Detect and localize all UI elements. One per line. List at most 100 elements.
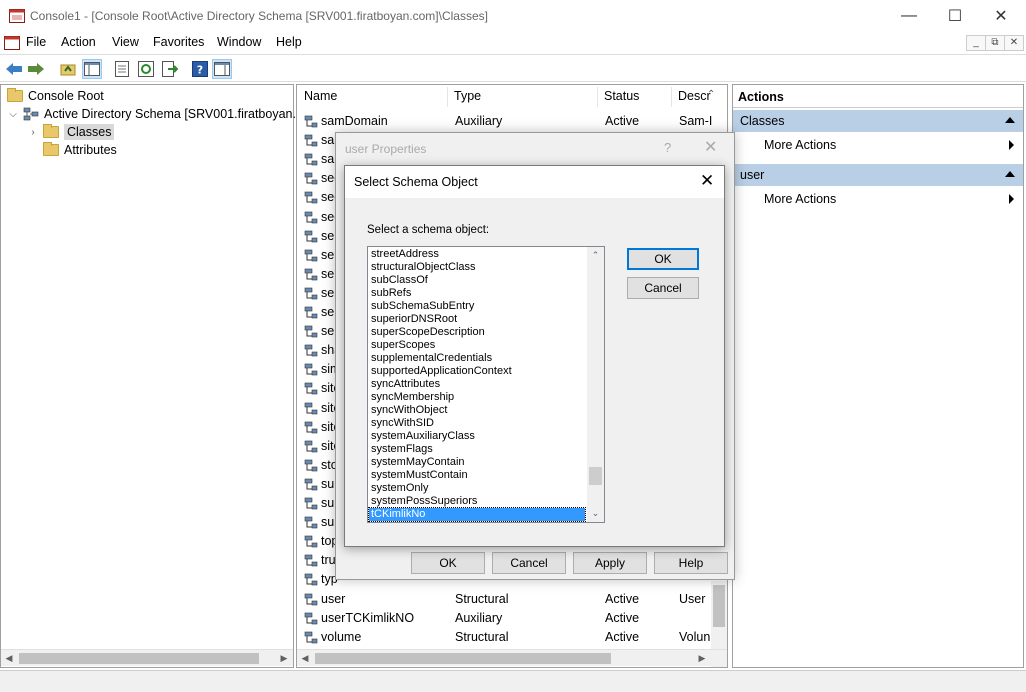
list-item[interactable]: syncMembership	[369, 391, 585, 404]
help-icon[interactable]: ?	[190, 59, 210, 79]
cell-type: Auxiliary	[455, 114, 503, 128]
table-row[interactable]: user Structural Active User	[301, 590, 711, 609]
column-divider[interactable]	[447, 87, 448, 107]
list-item[interactable]: subRefs	[369, 287, 585, 300]
schema-class-icon	[304, 287, 318, 300]
mdi-close-button[interactable]: ✕	[1004, 35, 1024, 51]
properties-icon[interactable]	[112, 59, 132, 79]
refresh-icon[interactable]	[136, 59, 156, 79]
collapse-icon[interactable]: ⌵	[7, 109, 19, 120]
list-item[interactable]: streetAddress	[369, 248, 585, 261]
ok-button[interactable]: OK	[411, 552, 485, 574]
dialog-close-button[interactable]: ✕	[700, 171, 714, 191]
tree-item-classes[interactable]: › Classes	[27, 123, 115, 141]
actions-section-classes[interactable]: Classes	[733, 110, 1023, 132]
collapse-icon[interactable]	[1005, 171, 1015, 177]
scroll-down-icon[interactable]: ⌄	[587, 505, 604, 522]
list-item[interactable]: syncAttributes	[369, 378, 585, 391]
dialog-close-button[interactable]: ✕	[704, 137, 717, 157]
list-item[interactable]: structuralObjectClass	[369, 261, 585, 274]
menu-help[interactable]: Help	[276, 35, 302, 49]
mdi-minimize-button[interactable]: _	[966, 35, 986, 51]
section-title: user	[740, 168, 765, 182]
export-list-icon[interactable]	[160, 59, 180, 79]
help-button[interactable]: Help	[654, 552, 728, 574]
table-row[interactable]: volume Structural Active Volun	[301, 628, 711, 647]
status-bar	[0, 670, 1026, 692]
cancel-button[interactable]: Cancel	[492, 552, 566, 574]
dialog-title: user Properties	[345, 142, 427, 156]
scroll-right-icon[interactable]: ▶	[277, 651, 291, 666]
menu-view[interactable]: View	[112, 35, 139, 49]
mdi-restore-button[interactable]: ⧉	[985, 35, 1005, 51]
list-item[interactable]: supplementalCredentials	[369, 352, 585, 365]
action-more-actions[interactable]: More Actions	[733, 188, 1023, 210]
list-item[interactable]: syncWithSID	[369, 417, 585, 430]
schema-class-icon	[304, 516, 318, 529]
scrollbar-thumb[interactable]	[713, 585, 725, 627]
minimize-button[interactable]: —	[886, 0, 932, 32]
table-row[interactable]: samDomain Auxiliary Active Sam-I	[301, 112, 712, 131]
schema-class-icon	[304, 230, 318, 242]
console-icon[interactable]	[4, 36, 20, 50]
tree-item-attributes[interactable]: Attributes	[43, 141, 117, 159]
list-horizontal-scrollbar[interactable]: ◀ ▶	[297, 649, 727, 666]
expand-icon[interactable]: ›	[27, 127, 39, 138]
schema-object-listbox[interactable]: streetAddress structuralObjectClass subCla…	[367, 246, 605, 523]
dialog-help-button[interactable]: ?	[664, 140, 671, 155]
maximize-button[interactable]: ☐	[932, 0, 978, 32]
column-header-description[interactable]: Descr	[678, 89, 711, 103]
cancel-button[interactable]: Cancel	[627, 277, 699, 299]
column-divider[interactable]	[597, 87, 598, 107]
list-item[interactable]: superiorDNSRoot	[369, 313, 585, 326]
menu-action[interactable]: Action	[61, 35, 96, 49]
schema-object-label: Select a schema object:	[367, 224, 490, 236]
list-item[interactable]: subClassOf	[369, 274, 585, 287]
svg-text:?: ?	[197, 64, 203, 77]
scrollbar-thumb[interactable]	[589, 467, 602, 486]
scrollbar-thumb[interactable]	[315, 653, 611, 664]
list-item[interactable]: systemPossSuperiors	[369, 495, 585, 508]
list-item[interactable]: systemOnly	[369, 482, 585, 495]
scroll-up-icon[interactable]: ⌃	[587, 247, 604, 264]
scroll-left-icon[interactable]: ◀	[298, 651, 312, 666]
tree-horizontal-scrollbar[interactable]: ◀ ▶	[1, 649, 293, 666]
menu-file[interactable]: File	[26, 35, 46, 49]
action-more-actions[interactable]: More Actions	[733, 134, 1023, 156]
column-header-status[interactable]: Status	[604, 89, 639, 103]
list-item[interactable]: superScopeDescription	[369, 326, 585, 339]
list-item[interactable]: systemFlags	[369, 443, 585, 456]
column-header-name[interactable]: Name	[304, 89, 337, 103]
list-item[interactable]: superScopes	[369, 339, 585, 352]
column-header-type[interactable]: Type	[454, 89, 481, 103]
ok-button[interactable]: OK	[627, 248, 699, 270]
list-item[interactable]: syncWithObject	[369, 404, 585, 417]
list-item[interactable]: systemMayContain	[369, 456, 585, 469]
up-folder-icon[interactable]	[58, 59, 78, 79]
collapse-icon[interactable]	[1005, 117, 1015, 123]
menu-bar: File Action View Favorites Window Help _…	[0, 32, 1026, 54]
scroll-left-icon[interactable]: ◀	[2, 651, 16, 666]
table-row[interactable]: userTCKimlikNO Auxiliary Active	[301, 609, 711, 628]
window-title: Console1 - [Console Root\Active Director…	[30, 9, 488, 23]
cell-desc: Volun	[679, 629, 711, 644]
show-hide-action-pane-icon[interactable]	[212, 59, 232, 79]
scrollbar-thumb[interactable]	[19, 653, 259, 664]
column-divider[interactable]	[671, 87, 672, 107]
menu-window[interactable]: Window	[217, 35, 261, 49]
back-icon[interactable]	[4, 59, 24, 79]
scroll-right-icon[interactable]: ▶	[695, 651, 709, 666]
show-hide-tree-icon[interactable]	[82, 59, 102, 79]
list-item[interactable]: subSchemaSubEntry	[369, 300, 585, 313]
close-button[interactable]: ✕	[978, 0, 1024, 32]
listbox-vertical-scrollbar[interactable]: ⌃ ⌄	[587, 247, 604, 522]
tree-item-console-root[interactable]: Console Root	[7, 87, 104, 105]
list-item[interactable]: supportedApplicationContext	[369, 365, 585, 378]
tree-item-schema[interactable]: ⌵ Active Directory Schema [SRV001.firatb…	[7, 105, 308, 123]
menu-favorites[interactable]: Favorites	[153, 35, 204, 49]
list-item[interactable]: systemAuxiliaryClass	[369, 430, 585, 443]
actions-section-user[interactable]: user	[733, 164, 1023, 186]
forward-icon[interactable]	[26, 59, 46, 79]
list-item[interactable]: systemMustContain	[369, 469, 585, 482]
apply-button[interactable]: Apply	[573, 552, 647, 574]
